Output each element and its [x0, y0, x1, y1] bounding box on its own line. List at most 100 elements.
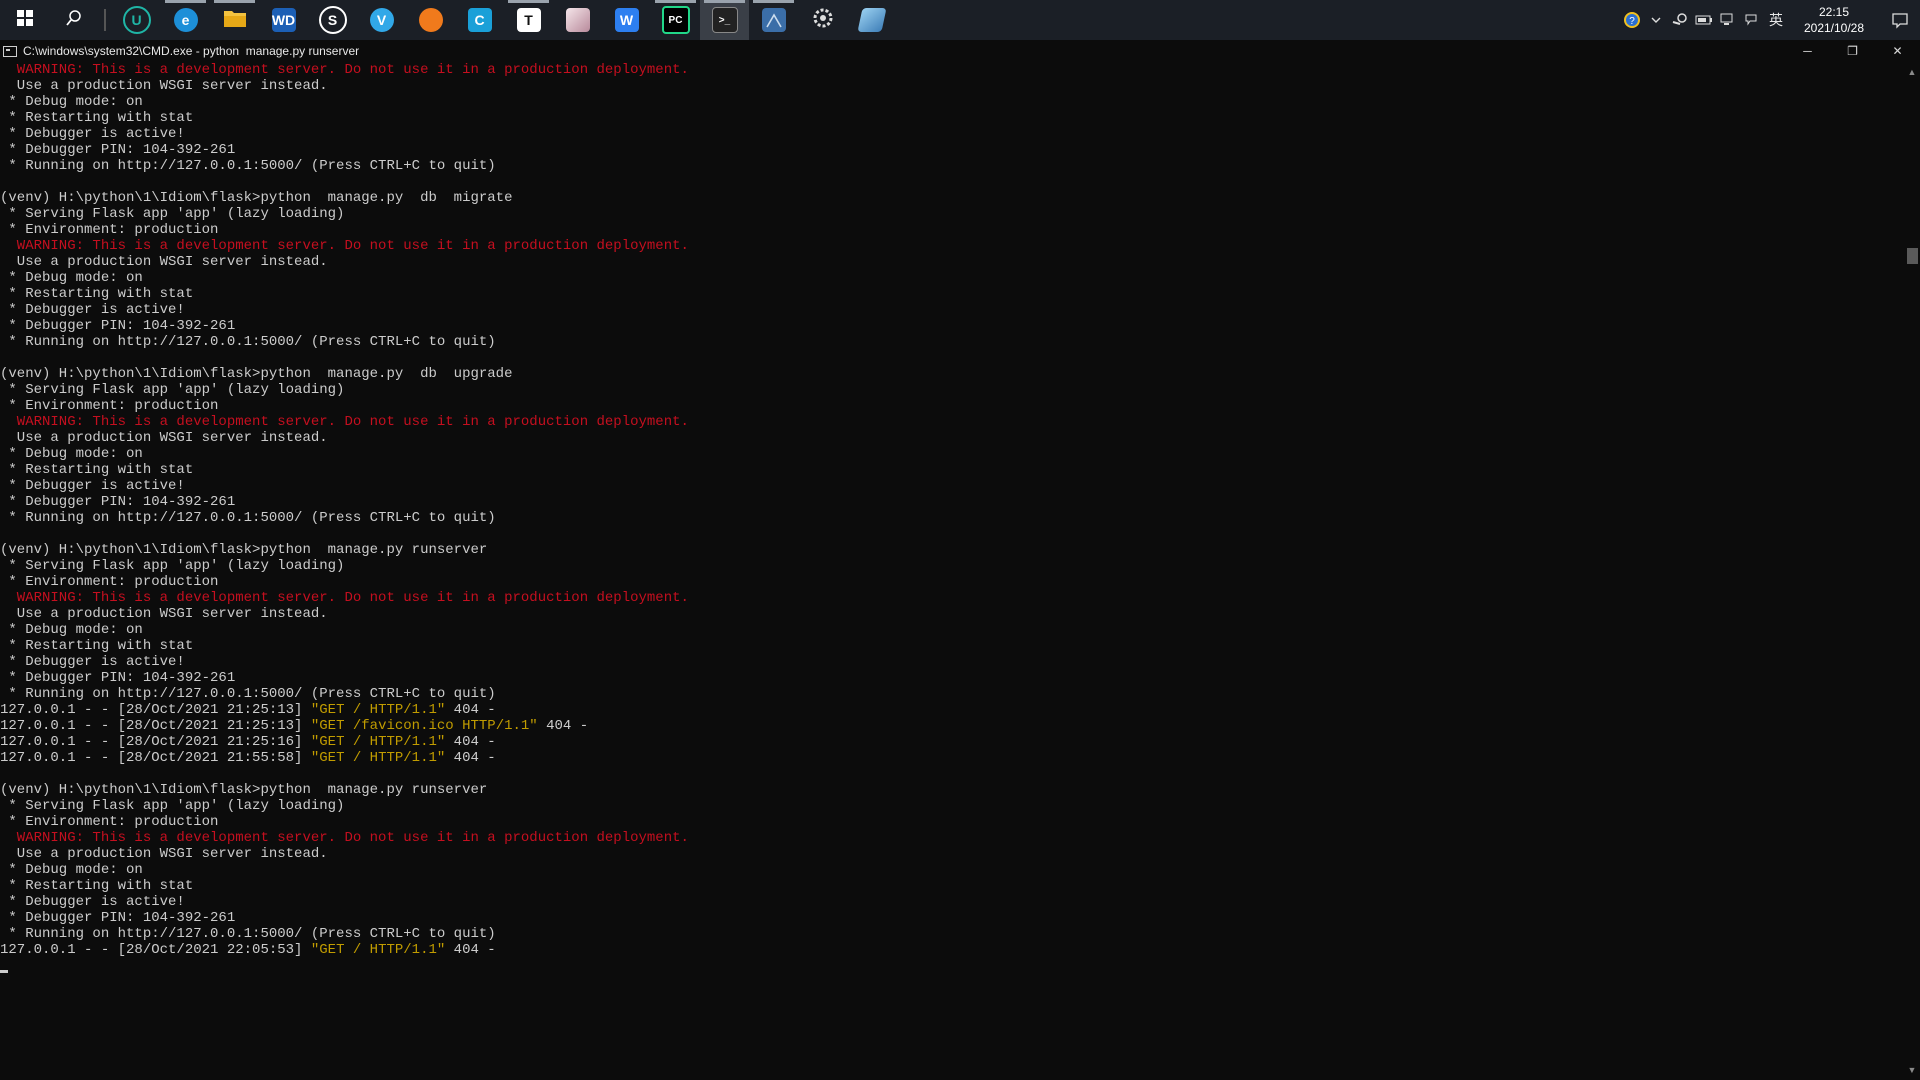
console-line: * Debugger is active! — [0, 126, 1904, 142]
console-line: WARNING: This is a development server. D… — [0, 238, 1904, 254]
help-circle-icon[interactable]: ? — [1620, 0, 1644, 40]
console-window-icon[interactable] — [3, 45, 17, 57]
app-pycharm[interactable]: PC — [651, 0, 700, 40]
keyboard-icon[interactable] — [1740, 0, 1764, 40]
app-database[interactable] — [749, 0, 798, 40]
console-line: WARNING: This is a development server. D… — [0, 590, 1904, 606]
orange-circle-icon — [418, 8, 443, 32]
notification-center-icon[interactable] — [1880, 0, 1920, 40]
app-blue-doc[interactable] — [847, 0, 896, 40]
console-text-segment: "GET / HTTP/1.1" — [310, 750, 446, 766]
console-text-segment: 404 - — [445, 750, 496, 766]
console-text-segment: * Serving Flask app 'app' (lazy loading) — [0, 798, 345, 814]
console-text-segment: Use a production WSGI server instead. — [0, 606, 328, 622]
console-text-segment: * Debugger is active! — [0, 478, 185, 494]
console-line: 127.0.0.1 - - [28/Oct/2021 21:25:13] "GE… — [0, 718, 1904, 734]
console-text-segment: WARNING: This is a development server. D… — [0, 62, 689, 78]
console-line: Use a production WSGI server instead. — [0, 606, 1904, 622]
console-text-segment: WARNING: This is a development server. D… — [0, 414, 689, 430]
app-v[interactable]: V — [357, 0, 406, 40]
console-line: * Serving Flask app 'app' (lazy loading) — [0, 798, 1904, 814]
console-line: (venv) H:\python\1\Idiom\flask>python ma… — [0, 782, 1904, 798]
scroll-thumb[interactable] — [1907, 248, 1918, 264]
console-line: * Running on http://127.0.0.1:5000/ (Pre… — [0, 158, 1904, 174]
console-text-segment: * Debug mode: on — [0, 446, 143, 462]
console-line: 127.0.0.1 - - [28/Oct/2021 21:25:13] "GE… — [0, 702, 1904, 718]
app-steam[interactable]: S — [308, 0, 357, 40]
window-title: C:\windows\system32\CMD.exe - python man… — [23, 44, 360, 58]
console-text-segment: * Debugger is active! — [0, 654, 185, 670]
app-file-explorer[interactable] — [210, 0, 259, 40]
console-line: * Debugger is active! — [0, 478, 1904, 494]
scroll-up-arrow-icon[interactable]: ▲ — [1904, 64, 1920, 80]
steam-tray-icon[interactable] — [1668, 0, 1692, 40]
console-text-segment: Use a production WSGI server instead. — [0, 430, 328, 446]
ime-indicator[interactable]: 英 — [1764, 0, 1788, 40]
console-text-segment: * Debugger is active! — [0, 894, 185, 910]
vertical-scrollbar[interactable]: ▲ ▼ — [1904, 62, 1920, 1080]
taskbar-separator — [104, 9, 106, 31]
restore-button[interactable]: ❐ — [1830, 40, 1875, 62]
app-u[interactable]: U — [112, 0, 161, 40]
app-cmd[interactable]: >_ — [700, 0, 749, 40]
console-line: * Debug mode: on — [0, 622, 1904, 638]
search-button[interactable] — [49, 0, 98, 40]
console-line: * Restarting with stat — [0, 462, 1904, 478]
console-line: * Debugger is active! — [0, 894, 1904, 910]
app-edge[interactable]: e — [161, 0, 210, 40]
console-line: * Debugger PIN: 104-392-261 — [0, 494, 1904, 510]
console-text-segment: WARNING: This is a development server. D… — [0, 238, 689, 254]
close-button[interactable]: ✕ — [1875, 40, 1920, 62]
scroll-down-arrow-icon[interactable]: ▼ — [1904, 1062, 1920, 1078]
console-output[interactable]: WARNING: This is a development server. D… — [0, 62, 1904, 1080]
console-line: * Restarting with stat — [0, 286, 1904, 302]
console-line: Use a production WSGI server instead. — [0, 430, 1904, 446]
start-button[interactable] — [0, 0, 49, 40]
console-line: * Restarting with stat — [0, 110, 1904, 126]
app-orange[interactable] — [406, 0, 455, 40]
console-text-segment: * Debugger PIN: 104-392-261 — [0, 910, 236, 926]
terminal-icon: >_ — [711, 7, 738, 33]
battery-icon[interactable] — [1692, 0, 1716, 40]
console-text-segment: 404 - — [445, 702, 496, 718]
console-text-segment: 127.0.0.1 - - [28/Oct/2021 21:25:13] — [0, 718, 311, 734]
console-text-segment: * Debugger is active! — [0, 126, 185, 142]
console-line: * Environment: production — [0, 398, 1904, 414]
app-wd[interactable]: WD — [259, 0, 308, 40]
clock[interactable]: 22:15 2021/10/28 — [1794, 4, 1874, 36]
w-square-icon: W — [614, 8, 639, 32]
console-line: * Environment: production — [0, 222, 1904, 238]
app-c[interactable]: C — [455, 0, 504, 40]
console-text-segment: * Environment: production — [0, 398, 219, 414]
console-text-segment: (venv) H:\python\1\Idiom\flask>python ma… — [0, 542, 488, 558]
app-avatar[interactable] — [553, 0, 602, 40]
app-wps[interactable]: W — [602, 0, 651, 40]
console-text-segment: * Running on http://127.0.0.1:5000/ (Pre… — [0, 686, 496, 702]
console-text-segment: * Serving Flask app 'app' (lazy loading) — [0, 558, 345, 574]
system-tray: ? 英 22:15 2021/10/28 — [1620, 0, 1920, 40]
network-icon[interactable] — [1716, 0, 1740, 40]
console-line: Use a production WSGI server instead. — [0, 254, 1904, 270]
chevron-up-icon[interactable] — [1644, 0, 1668, 40]
console-line: Use a production WSGI server instead. — [0, 78, 1904, 94]
minimize-button[interactable]: ─ — [1785, 40, 1830, 62]
console-text-segment: 127.0.0.1 - - [28/Oct/2021 21:25:13] — [0, 702, 311, 718]
console-line: WARNING: This is a development server. D… — [0, 414, 1904, 430]
folder-icon — [223, 8, 247, 33]
console-line: * Restarting with stat — [0, 638, 1904, 654]
console-text-segment: * Debug mode: on — [0, 94, 143, 110]
console-text-segment: (venv) H:\python\1\Idiom\flask>python ma… — [0, 190, 513, 206]
console-line: * Running on http://127.0.0.1:5000/ (Pre… — [0, 510, 1904, 526]
app-settings[interactable] — [798, 0, 847, 40]
v-circle-icon: V — [369, 8, 394, 32]
console-line: * Running on http://127.0.0.1:5000/ (Pre… — [0, 334, 1904, 350]
console-titlebar[interactable]: C:\windows\system32\CMD.exe - python man… — [0, 40, 1920, 62]
app-typora[interactable]: T — [504, 0, 553, 40]
console-text-segment: * Restarting with stat — [0, 110, 194, 126]
console-text-segment: 127.0.0.1 - - [28/Oct/2021 21:25:16] — [0, 734, 311, 750]
console-line: 127.0.0.1 - - [28/Oct/2021 22:05:53] "GE… — [0, 942, 1904, 958]
console-text-segment: * Debugger PIN: 104-392-261 — [0, 494, 236, 510]
console-text-segment: (venv) H:\python\1\Idiom\flask>python ma… — [0, 782, 488, 798]
